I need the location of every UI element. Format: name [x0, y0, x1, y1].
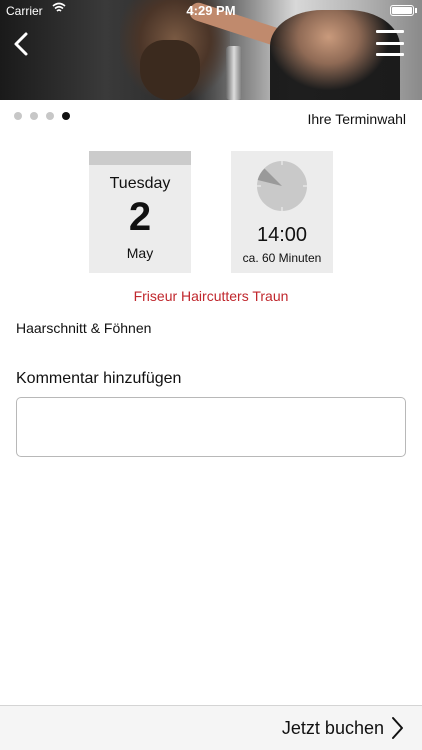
step-dot-active	[62, 112, 70, 120]
menu-button[interactable]	[376, 30, 404, 56]
date-weekday: Tuesday	[109, 175, 171, 192]
comment-label: Kommentar hinzufügen	[16, 370, 182, 387]
status-time: 4:29 PM	[186, 3, 236, 18]
step-dot	[14, 112, 22, 120]
date-card: Tuesday 2 May	[89, 151, 191, 273]
date-month: May	[126, 245, 154, 261]
book-now-button[interactable]: Jetzt buchen	[282, 716, 404, 740]
footer-bar: Jetzt buchen	[0, 705, 422, 750]
step-title: Ihre Terminwahl	[307, 111, 406, 127]
chevron-left-icon	[14, 32, 28, 56]
status-bar: Carrier 4:29 PM	[0, 0, 422, 20]
comment-input[interactable]	[16, 397, 406, 457]
salon-name: Friseur Haircutters Traun	[133, 288, 289, 304]
battery-tip	[415, 8, 417, 13]
date-card-band	[89, 151, 191, 165]
hero-beard	[140, 40, 200, 100]
time-card: 14:00 ca. 60 Minuten	[231, 151, 333, 273]
appointment-duration: ca. 60 Minuten	[242, 251, 322, 265]
service-name: Haarschnitt & Föhnen	[16, 320, 152, 336]
hamburger-line	[376, 41, 404, 45]
appointment-time: 14:00	[256, 224, 308, 246]
book-now-label: Jetzt buchen	[281, 717, 384, 738]
hamburger-menu-icon	[376, 30, 404, 33]
step-indicator	[14, 112, 70, 120]
clock-icon	[257, 161, 307, 211]
back-button[interactable]	[6, 28, 38, 60]
date-day: 2	[128, 195, 152, 239]
step-dot	[30, 112, 38, 120]
battery-icon	[390, 5, 414, 16]
step-dot	[46, 112, 54, 120]
chevron-right-icon	[392, 717, 403, 739]
hamburger-line	[376, 53, 404, 56]
hero-spray-can	[226, 46, 242, 100]
